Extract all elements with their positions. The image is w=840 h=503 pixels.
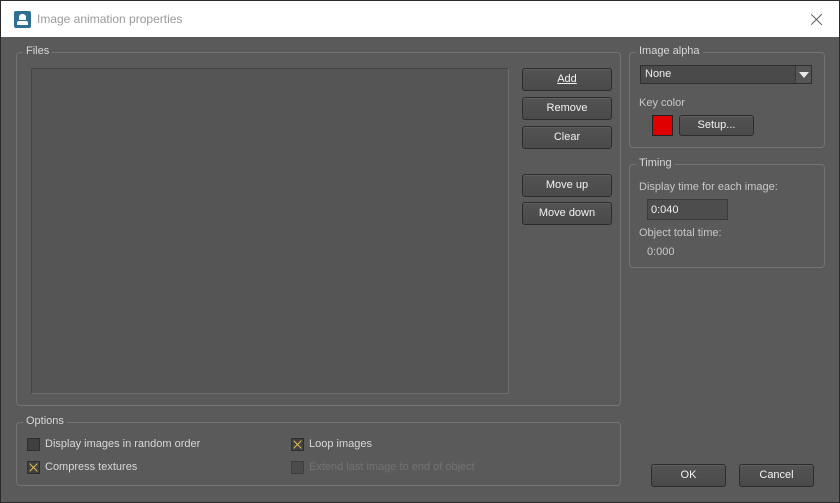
add-button[interactable]: Add xyxy=(522,68,612,91)
random-order-checkbox[interactable] xyxy=(27,438,40,451)
cancel-button-label: Cancel xyxy=(759,469,794,481)
loop-images-checkbox[interactable] xyxy=(291,438,304,451)
app-icon xyxy=(14,11,31,28)
compress-textures-label: Compress textures xyxy=(45,461,138,473)
total-time-label: Object total time: xyxy=(639,227,722,239)
move-up-button[interactable]: Move up xyxy=(522,174,612,197)
clear-button-label: Clear xyxy=(553,131,581,143)
loop-images-label: Loop images xyxy=(309,438,372,450)
options-group: Options xyxy=(16,415,621,486)
move-down-button[interactable]: Move down xyxy=(522,202,612,225)
ok-button-label: OK xyxy=(680,469,697,481)
files-group-label: Files xyxy=(23,45,53,57)
extend-last-image-checkbox xyxy=(291,461,304,474)
options-group-label: Options xyxy=(23,415,67,427)
timing-group-label: Timing xyxy=(636,157,675,169)
setup-button-label: Setup... xyxy=(697,119,736,131)
close-icon[interactable] xyxy=(803,5,831,33)
dialog-window: Image animation properties Files Add Rem… xyxy=(0,0,840,503)
image-alpha-group-label: Image alpha xyxy=(636,45,703,57)
chevron-down-icon[interactable] xyxy=(795,66,811,83)
ok-button[interactable]: OK xyxy=(651,464,726,487)
total-time-value: 0:000 xyxy=(647,246,675,258)
clear-button[interactable]: Clear xyxy=(522,126,612,149)
extend-last-image-label: Extend last image to end of object xyxy=(309,461,475,473)
window-title: Image animation properties xyxy=(37,12,183,26)
random-order-label: Display images in random order xyxy=(45,438,201,450)
setup-button[interactable]: Setup... xyxy=(679,115,754,136)
display-time-input[interactable] xyxy=(647,199,728,220)
key-color-swatch[interactable] xyxy=(652,115,673,136)
move-down-button-label: Move down xyxy=(538,207,596,219)
display-time-label: Display time for each image: xyxy=(639,181,778,193)
key-color-label: Key color xyxy=(639,97,685,109)
title-bar: Image animation properties xyxy=(1,1,839,37)
file-list[interactable] xyxy=(31,68,509,394)
add-button-label: Add xyxy=(557,73,577,85)
compress-textures-checkbox[interactable] xyxy=(27,461,40,474)
image-alpha-selected: None xyxy=(645,68,672,80)
image-alpha-select[interactable]: None xyxy=(640,65,812,84)
cancel-button[interactable]: Cancel xyxy=(739,464,814,487)
move-up-button-label: Move up xyxy=(545,179,589,191)
remove-button[interactable]: Remove xyxy=(522,97,612,120)
remove-button-label: Remove xyxy=(546,102,588,114)
